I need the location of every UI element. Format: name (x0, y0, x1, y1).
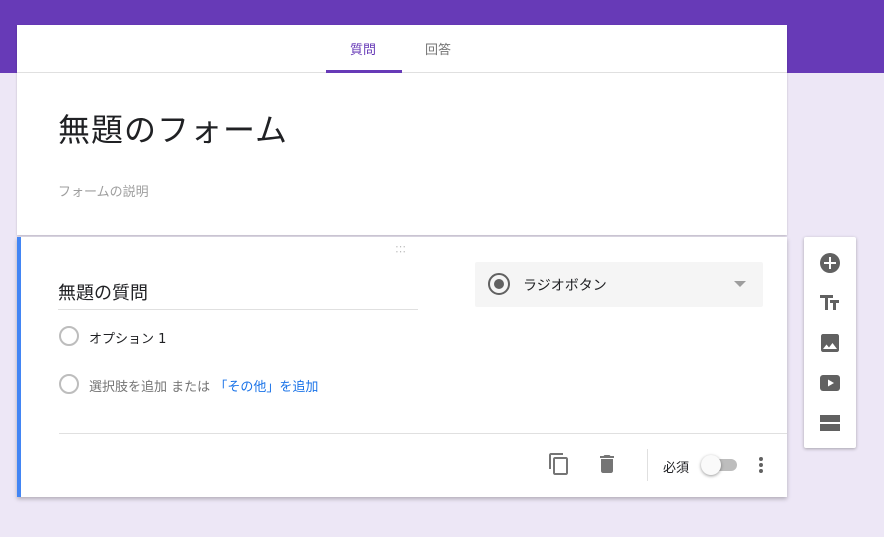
radio-button-icon (488, 273, 510, 295)
title-text-icon[interactable] (818, 291, 842, 315)
image-icon[interactable] (818, 331, 842, 355)
tab-questions[interactable]: 質問 (350, 39, 376, 58)
add-circle-icon[interactable] (818, 251, 842, 275)
more-vert-icon[interactable] (753, 453, 769, 477)
side-toolbar (804, 237, 856, 448)
question-title-input[interactable]: 無題の質問 (58, 279, 418, 310)
dropdown-arrow-icon (734, 281, 746, 287)
tab-responses[interactable]: 回答 (425, 39, 451, 58)
active-tab-indicator (326, 70, 402, 73)
required-label: 必須 (663, 461, 690, 476)
active-question-accent (17, 237, 21, 497)
question-card[interactable]: ⋯ ⋯ 無題の質問 ラジオボタン オプション 1 選択肢を追加 または 「その他」… (17, 237, 787, 497)
required-toggle[interactable] (701, 455, 737, 475)
form-header-card: 質問 回答 無題のフォーム フォームの説明 (17, 25, 787, 235)
radio-unchecked-icon (59, 374, 79, 394)
option-label[interactable]: オプション 1 (89, 328, 166, 347)
copy-icon[interactable] (547, 452, 571, 476)
toggle-thumb (701, 455, 721, 475)
footer-separator (647, 449, 648, 481)
or-text: または (171, 380, 211, 395)
trash-icon[interactable] (595, 452, 619, 476)
drag-handle-icon[interactable]: ⋯ ⋯ (395, 241, 407, 257)
video-icon[interactable] (818, 371, 842, 395)
form-title[interactable]: 無題のフォーム (58, 105, 288, 151)
radio-unchecked-icon (59, 326, 79, 346)
form-description-field[interactable]: フォームの説明 (58, 181, 149, 200)
section-icon[interactable] (818, 411, 842, 435)
add-other-link[interactable]: 「その他」を追加 (214, 380, 318, 395)
tab-bar: 質問 回答 (17, 25, 787, 73)
footer-divider (59, 433, 787, 434)
question-type-dropdown[interactable]: ラジオボタン (475, 262, 763, 307)
add-option-link[interactable]: 選択肢を追加 (89, 380, 167, 395)
question-type-label: ラジオボタン (523, 278, 607, 294)
